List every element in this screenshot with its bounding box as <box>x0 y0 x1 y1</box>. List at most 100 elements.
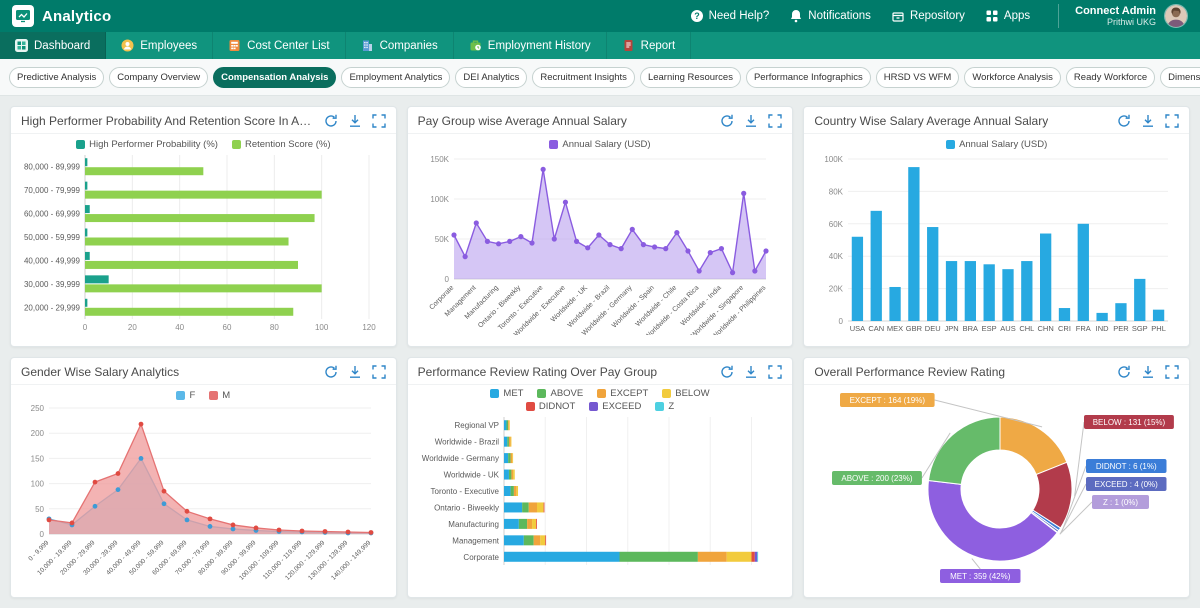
svg-text:ABOVE : 200 (23%): ABOVE : 200 (23%) <box>842 474 913 483</box>
tab-label: Employees <box>140 40 197 52</box>
svg-text:100K: 100K <box>430 195 449 204</box>
svg-text:20K: 20K <box>829 285 844 294</box>
refresh-icon[interactable] <box>720 365 734 379</box>
pill-learning-resources[interactable]: Learning Resources <box>640 67 741 88</box>
svg-text:USA: USA <box>850 324 865 333</box>
svg-text:100: 100 <box>31 480 45 489</box>
high-performer-retention-body: High Performer Probability (%) Retention … <box>11 134 396 346</box>
legend-item-below[interactable]: BELOW <box>662 388 709 399</box>
pill-workforce-analysis[interactable]: Workforce Analysis <box>964 67 1061 88</box>
header-apps[interactable]: Apps <box>985 9 1030 23</box>
tab-employment-history[interactable]: Employment History <box>454 32 607 59</box>
tab-companies[interactable]: Companies <box>346 32 454 59</box>
tab-cost-center-list[interactable]: Cost Center List <box>213 32 345 59</box>
app-title: Analytico <box>42 8 111 25</box>
legend-item-annual-salary-usd[interactable]: Annual Salary (USD) <box>549 139 650 150</box>
refresh-icon[interactable] <box>324 114 338 128</box>
header-action-label: Notifications <box>808 10 871 22</box>
refresh-icon[interactable] <box>720 114 734 128</box>
header-need-help[interactable]: ?Need Help? <box>690 9 770 23</box>
expand-icon[interactable] <box>768 365 782 379</box>
download-icon[interactable] <box>348 365 362 379</box>
svg-text:Worldwide - Chile: Worldwide - Chile <box>634 284 678 328</box>
header-repository[interactable]: Repository <box>891 9 965 23</box>
legend-item-high-performer-probability[interactable]: High Performer Probability (%) <box>76 139 218 150</box>
legend-label: ABOVE <box>550 388 583 399</box>
expand-icon[interactable] <box>1165 365 1179 379</box>
svg-text:100: 100 <box>315 323 329 332</box>
svg-text:20: 20 <box>128 323 137 332</box>
pill-hrsd-vs-wfm[interactable]: HRSD VS WFM <box>876 67 960 88</box>
card-pay-group-average-salary: Pay Group wise Average Annual Salary Annu… <box>407 106 794 347</box>
pill-recruitment-insights[interactable]: Recruitment Insights <box>532 67 635 88</box>
svg-text:0 - 9,999: 0 - 9,999 <box>27 539 50 562</box>
svg-text:CHN: CHN <box>1038 324 1054 333</box>
pill-employment-analytics[interactable]: Employment Analytics <box>341 67 450 88</box>
pill-dei-analytics[interactable]: DEI Analytics <box>455 67 527 88</box>
pill-company-overview[interactable]: Company Overview <box>109 67 208 88</box>
legend-item-f[interactable]: F <box>176 390 195 401</box>
nav-tabs: Dashboard Employees Cost Center ListCompan… <box>0 32 1200 59</box>
svg-text:140,000 - 149,999: 140,000 - 149,999 <box>330 539 373 582</box>
card-country-average-salary: Country Wise Salary Average Annual Salar… <box>803 106 1190 347</box>
download-icon[interactable] <box>744 114 758 128</box>
tab-dashboard[interactable]: Dashboard <box>0 32 106 59</box>
svg-text:BRA: BRA <box>963 324 978 333</box>
svg-text:ESP: ESP <box>982 324 997 333</box>
legend-label: M <box>222 390 230 401</box>
legend-swatch <box>662 389 671 398</box>
svg-text:CAN: CAN <box>869 324 885 333</box>
svg-text:Worldwide - Brazil: Worldwide - Brazil <box>434 438 499 447</box>
download-icon[interactable] <box>1141 365 1155 379</box>
svg-text:0: 0 <box>444 275 449 284</box>
svg-text:Worldwide - India: Worldwide - India <box>679 284 722 327</box>
legend-item-z[interactable]: Z <box>655 401 674 412</box>
user-menu[interactable]: Connect Admin Prithwi UKG <box>1058 4 1188 28</box>
legend-label: EXCEED <box>602 401 641 412</box>
download-icon[interactable] <box>1141 114 1155 128</box>
legend-label: Annual Salary (USD) <box>959 139 1047 150</box>
legend-item-annual-salary-usd[interactable]: Annual Salary (USD) <box>946 139 1047 150</box>
pill-performance-infographics[interactable]: Performance Infographics <box>746 67 871 88</box>
legend-item-didnot[interactable]: DIDNOT <box>526 401 575 412</box>
avatar[interactable] <box>1164 4 1188 28</box>
legend-item-exceed[interactable]: EXCEED <box>589 401 641 412</box>
refresh-icon[interactable] <box>324 365 338 379</box>
legend-label: Retention Score (%) <box>245 139 331 150</box>
svg-text:40: 40 <box>175 323 184 332</box>
pay-group-average-salary-chart: 050K100K150KCorporateManagementManufactu… <box>416 151 780 335</box>
legend-item-except[interactable]: EXCEPT <box>597 388 648 399</box>
download-icon[interactable] <box>348 114 362 128</box>
expand-icon[interactable] <box>372 365 386 379</box>
svg-text:Worldwide - Brazil: Worldwide - Brazil <box>566 284 611 329</box>
svg-text:Worldwide - Germany: Worldwide - Germany <box>421 454 498 463</box>
tab-report[interactable]: Report <box>607 32 692 59</box>
chart-legend: MET ABOVE EXCEPT BELOW <box>416 387 785 400</box>
pill-dimensions[interactable]: Dimensions <box>1160 67 1200 88</box>
legend-label: BELOW <box>675 388 709 399</box>
legend-item-m[interactable]: M <box>209 390 230 401</box>
cost-center-list-icon <box>228 39 241 52</box>
performance-review-by-pay-group-chart: Regional VPWorldwide - BrazilWorldwide -… <box>416 413 780 575</box>
user-name: Connect Admin <box>1075 5 1156 18</box>
svg-text:SGP: SGP <box>1132 324 1148 333</box>
pill-ready-workforce[interactable]: Ready Workforce <box>1066 67 1155 88</box>
tab-employees[interactable]: Employees <box>106 32 213 59</box>
legend-swatch <box>589 402 598 411</box>
pill-compensation-analysis[interactable]: Compensation Analysis <box>213 67 336 88</box>
refresh-icon[interactable] <box>1117 114 1131 128</box>
header-notifications[interactable]: Notifications <box>789 9 871 23</box>
expand-icon[interactable] <box>768 114 782 128</box>
legend-item-above[interactable]: ABOVE <box>537 388 583 399</box>
legend-item-retention-score[interactable]: Retention Score (%) <box>232 139 331 150</box>
refresh-icon[interactable] <box>1117 365 1131 379</box>
expand-icon[interactable] <box>1165 114 1179 128</box>
download-icon[interactable] <box>744 365 758 379</box>
legend-swatch <box>537 389 546 398</box>
pay-group-average-salary-header: Pay Group wise Average Annual Salary <box>408 107 793 134</box>
legend-item-met[interactable]: MET <box>490 388 523 399</box>
pill-predictive-analysis[interactable]: Predictive Analysis <box>9 67 104 88</box>
svg-text:80,000 - 89,999: 80,000 - 89,999 <box>24 163 81 172</box>
expand-icon[interactable] <box>372 114 386 128</box>
legend-label: DIDNOT <box>539 401 575 412</box>
